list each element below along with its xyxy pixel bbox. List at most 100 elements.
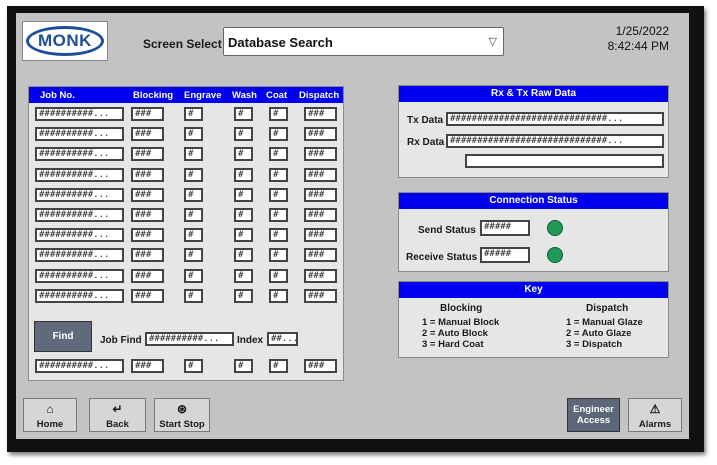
col-header-engrave: Engrave xyxy=(184,90,222,101)
engrave-cell: # xyxy=(184,147,203,162)
key-dispatch-item: 3 = Dispatch xyxy=(566,339,623,350)
screen-select-label: Screen Select xyxy=(143,37,222,51)
engrave-cell: # xyxy=(184,228,203,243)
connection-status-panel: Connection Status Send Status ##### Rece… xyxy=(398,192,669,272)
index-label: Index xyxy=(237,335,264,346)
tx-data-label: Tx Data xyxy=(407,115,444,126)
col-header-coat: Coat xyxy=(266,90,288,101)
coat-cell: # xyxy=(269,208,288,222)
coat-cell: # xyxy=(269,167,288,182)
monk-logo: MONK xyxy=(22,21,108,61)
engineer-label-line1: Engineer xyxy=(573,404,614,415)
col-header-wash: Wash xyxy=(232,90,257,101)
col-header-dispatch: Dispatch xyxy=(299,90,340,101)
engineer-access-button[interactable]: Engineer Access xyxy=(567,398,620,432)
tx-data-field: #############################... xyxy=(446,112,664,126)
coat-cell: # xyxy=(269,147,288,162)
rx-data-label: Rx Data xyxy=(407,137,445,148)
blocking-cell: ### xyxy=(131,228,164,243)
dispatch-cell: ### xyxy=(304,288,337,303)
blocking-cell: ### xyxy=(131,268,164,283)
dispatch-cell: ### xyxy=(304,187,337,202)
coat-cell: # xyxy=(269,228,288,243)
coat-cell: # xyxy=(269,268,288,283)
raw-data-extra-field xyxy=(465,154,664,168)
job-no-cell: ##########... xyxy=(35,248,124,263)
chevron-down-icon: ▽ xyxy=(488,36,497,48)
screen-select-dropdown[interactable]: Database Search ▽ xyxy=(223,27,504,56)
receive-status-label: Receive Status xyxy=(406,252,478,263)
col-header-blocking: Blocking xyxy=(133,90,174,101)
key-blocking-title: Blocking xyxy=(440,303,483,314)
result-dispatch: ### xyxy=(304,359,337,373)
index-input[interactable]: ##... xyxy=(267,332,298,346)
find-button[interactable]: Find xyxy=(34,321,92,352)
key-dispatch-item: 1 = Manual Glaze xyxy=(566,317,643,328)
engrave-cell: # xyxy=(184,268,203,283)
send-status-indicator xyxy=(547,220,563,236)
wash-cell: # xyxy=(234,268,253,283)
job-no-cell: ##########... xyxy=(35,187,124,202)
wash-cell: # xyxy=(234,127,253,142)
datetime-display: 1/25/2022 8:42:44 PM xyxy=(608,24,669,54)
job-no-cell: ##########... xyxy=(35,228,124,243)
job-no-cell: ##########... xyxy=(35,167,124,182)
start-stop-label: Start Stop xyxy=(159,419,205,430)
alarms-button[interactable]: ⚠ Alarms xyxy=(628,398,682,432)
dispatch-cell: ### xyxy=(304,147,337,162)
blocking-cell: ### xyxy=(131,107,164,121)
start-stop-button[interactable]: ⊛ Start Stop xyxy=(154,398,210,432)
blocking-cell: ### xyxy=(131,208,164,222)
wash-cell: # xyxy=(234,208,253,222)
key-blocking-item: 1 = Manual Block xyxy=(422,317,500,328)
engrave-cell: # xyxy=(184,208,203,222)
coat-cell: # xyxy=(269,248,288,263)
coat-cell: # xyxy=(269,127,288,142)
key-blocking-item: 2 = Auto Block xyxy=(422,328,488,339)
job-no-cell: ##########... xyxy=(35,268,124,283)
warning-icon: ⚠ xyxy=(649,402,661,416)
engrave-cell: # xyxy=(184,248,203,263)
blocking-cell: ### xyxy=(131,248,164,263)
alarms-label: Alarms xyxy=(638,419,672,430)
back-button[interactable]: ↵ Back xyxy=(89,398,146,432)
coat-cell: # xyxy=(269,288,288,303)
wash-cell: # xyxy=(234,107,253,121)
wash-cell: # xyxy=(234,187,253,202)
job-no-cell: ##########... xyxy=(35,288,124,303)
job-find-input[interactable]: ##########... xyxy=(145,332,234,346)
back-arrow-icon: ↵ xyxy=(112,402,123,416)
result-wash: # xyxy=(234,359,253,373)
start-stop-icon: ⊛ xyxy=(176,402,188,416)
coat-cell: # xyxy=(269,187,288,202)
wash-cell: # xyxy=(234,167,253,182)
blocking-cell: ### xyxy=(131,147,164,162)
dispatch-cell: ### xyxy=(304,127,337,142)
raw-data-title: Rx & Tx Raw Data xyxy=(399,86,668,102)
engrave-cell: # xyxy=(184,187,203,202)
dispatch-cell: ### xyxy=(304,107,337,121)
coat-cell: # xyxy=(269,107,288,121)
home-button[interactable]: ⌂ Home xyxy=(23,398,77,432)
raw-data-panel: Rx & Tx Raw Data Tx Data ###############… xyxy=(398,85,669,178)
dispatch-cell: ### xyxy=(304,268,337,283)
dispatch-cell: ### xyxy=(304,228,337,243)
col-header-job-no: Job No. xyxy=(40,90,75,101)
dispatch-cell: ### xyxy=(304,248,337,263)
job-no-cell: ##########... xyxy=(35,147,124,162)
send-status-field: ##### xyxy=(480,220,530,236)
result-coat: # xyxy=(269,359,288,373)
engrave-cell: # xyxy=(184,127,203,142)
blocking-cell: ### xyxy=(131,167,164,182)
key-title: Key xyxy=(399,282,668,298)
rx-data-field: #############################... xyxy=(446,134,664,148)
back-label: Back xyxy=(106,419,129,430)
logo-text: MONK xyxy=(26,26,104,56)
connection-status-title: Connection Status xyxy=(399,193,668,209)
screen-select-value: Database Search xyxy=(228,35,333,50)
job-no-cell: ##########... xyxy=(35,107,124,121)
jobs-table-header: Job No. Blocking Engrave Wash Coat Dispa… xyxy=(29,87,343,103)
engrave-cell: # xyxy=(184,167,203,182)
key-blocking-item: 3 = Hard Coat xyxy=(422,339,484,350)
job-no-cell: ##########... xyxy=(35,208,124,222)
